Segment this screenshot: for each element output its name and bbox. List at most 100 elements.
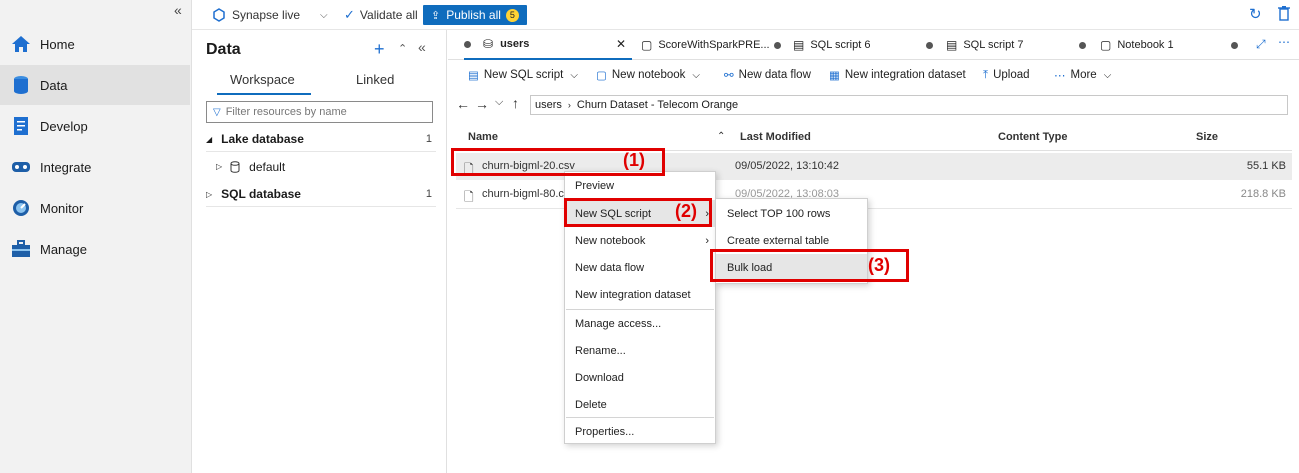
expand-icon[interactable]: ⤢	[1256, 37, 1266, 52]
menu-item-delete[interactable]: Delete	[565, 391, 715, 418]
validate-check-icon: ✓	[344, 7, 355, 22]
synapse-live-dropdown[interactable]: Synapse live ⌵	[212, 4, 328, 26]
menu-item-select-top-100[interactable]: Select TOP 100 rows	[716, 200, 867, 227]
document-tabs: ⛁ users ✕ ▢ ScoreWithSparkPRE... ▤ SQL s…	[448, 30, 1299, 60]
nav-label-data: Data	[40, 77, 68, 93]
more-tabs-icon[interactable]: ⋯	[1278, 35, 1290, 49]
validate-all-label: Validate all	[359, 8, 418, 22]
tab-linked[interactable]: Linked	[356, 72, 394, 87]
chevron-down-icon: ⌵	[570, 69, 578, 81]
refresh-icon[interactable]: ↻	[1249, 5, 1262, 23]
tab-scorewithspark[interactable]: ▢ ScoreWithSparkPRE...	[641, 30, 781, 60]
annotation-label-2: (2)	[675, 201, 697, 221]
publish-all-label: Publish all	[446, 8, 501, 22]
nav-item-home[interactable]: Home	[0, 24, 190, 64]
pipeline-icon	[10, 156, 32, 178]
annotation-label-1: (1)	[623, 150, 645, 170]
tab-sql-script-7[interactable]: ▤ SQL script 7	[946, 30, 1086, 60]
nav-label-develop: Develop	[40, 118, 88, 134]
menu-item-new-data-flow[interactable]: New data flow	[565, 254, 715, 281]
collapse-panel-icon[interactable]: «	[418, 39, 426, 55]
collapsed-caret-icon: ▷	[216, 162, 223, 171]
new-integration-dataset-button[interactable]: ▦ New integration dataset	[829, 66, 966, 84]
new-data-flow-button[interactable]: ⚯ New data flow	[724, 66, 811, 84]
tab-sql-script-6-label: SQL script 6	[810, 39, 871, 51]
tree-default-db[interactable]: ▷ default	[206, 154, 436, 179]
tree-sql-database[interactable]: ▷ SQL database 1	[206, 182, 436, 207]
forward-arrow-icon[interactable]: →	[475, 96, 489, 112]
home-icon	[10, 33, 32, 55]
nav-label-manage: Manage	[40, 241, 87, 257]
discard-icon[interactable]	[1277, 5, 1291, 24]
menu-item-rename[interactable]: Rename...	[565, 337, 715, 364]
file-modified: 09/05/2022, 13:10:42	[735, 160, 839, 172]
gauge-icon	[10, 197, 32, 219]
up-arrow-icon[interactable]: ↑	[512, 95, 519, 111]
nav-label-home: Home	[40, 36, 75, 52]
collapse-nav-icon[interactable]: «	[174, 2, 182, 18]
breadcrumb-item[interactable]: users	[535, 99, 562, 111]
more-label: More	[1070, 69, 1097, 81]
nav-item-develop[interactable]: Develop	[0, 106, 190, 146]
active-tab-indicator	[217, 93, 311, 95]
column-header-size[interactable]: Size	[1196, 131, 1218, 143]
new-notebook-button[interactable]: ▢ New notebook ⌵	[596, 66, 700, 84]
lake-database-count: 1	[425, 133, 432, 145]
unsaved-dot-icon	[464, 40, 471, 48]
filter-resources-input[interactable]: ▽ Filter resources by name	[206, 101, 433, 123]
sql-database-count: 1	[425, 188, 432, 200]
collapse-all-icon[interactable]: ⌃	[398, 42, 407, 55]
tab-sql-script-7-label: SQL script 7	[963, 39, 1024, 51]
close-tab-icon[interactable]: ✕	[616, 37, 626, 51]
annotation-label-3: (3)	[868, 255, 890, 275]
menu-item-download[interactable]: Download	[565, 364, 715, 391]
collapsed-caret-icon: ▷	[206, 189, 213, 199]
breadcrumb-item[interactable]: Churn Dataset - Telecom Orange	[577, 99, 738, 111]
new-sql-script-button[interactable]: ▤ New SQL script ⌵	[468, 66, 578, 84]
tab-notebook-1[interactable]: ▢ Notebook 1	[1100, 30, 1238, 60]
back-arrow-icon[interactable]: ←	[456, 96, 470, 112]
expanded-caret-icon: ◢	[206, 134, 213, 144]
tab-users[interactable]: ⛁ users ✕	[464, 30, 632, 60]
left-navigation: « Home Data Develop Integrate Monitor Ma…	[0, 0, 192, 473]
nav-item-monitor[interactable]: Monitor	[0, 188, 190, 228]
menu-item-properties[interactable]: Properties...	[565, 418, 715, 445]
tree-lake-database[interactable]: ◢ Lake database 1	[206, 127, 436, 152]
column-header-last-modified[interactable]: Last Modified	[740, 131, 811, 143]
validate-all-button[interactable]: ✓ Validate all	[344, 4, 418, 26]
toolbox-icon	[10, 238, 32, 260]
nav-item-integrate[interactable]: Integrate	[0, 147, 190, 187]
lake-database-label: Lake database	[221, 132, 304, 146]
notebook-icon: ▢	[641, 38, 653, 52]
column-header-name[interactable]: Name	[468, 131, 498, 143]
chevron-down-icon[interactable]: ⌵	[495, 96, 503, 109]
new-notebook-label: New notebook	[611, 69, 686, 81]
sql-database-label: SQL database	[221, 187, 301, 201]
document-icon	[10, 115, 32, 137]
tab-sql-script-6[interactable]: ▤ SQL script 6	[793, 30, 933, 60]
sort-ascending-icon[interactable]: ⌃	[717, 131, 725, 142]
file-size: 218.8 KB	[1240, 188, 1286, 200]
upload-button[interactable]: ⤒ Upload	[983, 66, 1030, 84]
nav-item-data[interactable]: Data	[0, 65, 190, 105]
more-button[interactable]: ⋯ More ⌵	[1054, 66, 1111, 84]
menu-item-new-notebook[interactable]: New notebook ›	[565, 227, 715, 254]
upload-label: Upload	[993, 69, 1030, 81]
chevron-right-icon: ›	[705, 234, 709, 247]
new-sql-script-label: New SQL script	[483, 69, 564, 81]
notebook-icon: ▢	[596, 70, 607, 82]
publish-all-button[interactable]: ⇪ Publish all 5	[423, 5, 527, 25]
nav-item-manage[interactable]: Manage	[0, 229, 190, 269]
tab-workspace[interactable]: Workspace	[230, 72, 295, 87]
menu-item-manage-access[interactable]: Manage access...	[565, 310, 715, 337]
add-resource-icon[interactable]: +	[374, 39, 385, 60]
file-name: churn-bigml-80.c	[482, 188, 564, 200]
column-header-content-type[interactable]: Content Type	[998, 131, 1067, 143]
unsaved-dot-icon	[1079, 41, 1086, 49]
database-icon	[230, 160, 240, 173]
default-db-label: default	[249, 159, 286, 174]
menu-item-new-integration-dataset[interactable]: New integration dataset	[565, 281, 715, 308]
menu-item-preview[interactable]: Preview	[565, 172, 715, 199]
breadcrumb-bar: ← → ⌵ ↑ users › Churn Dataset - Telecom …	[448, 92, 1299, 118]
data-panel-title: Data	[206, 41, 241, 58]
